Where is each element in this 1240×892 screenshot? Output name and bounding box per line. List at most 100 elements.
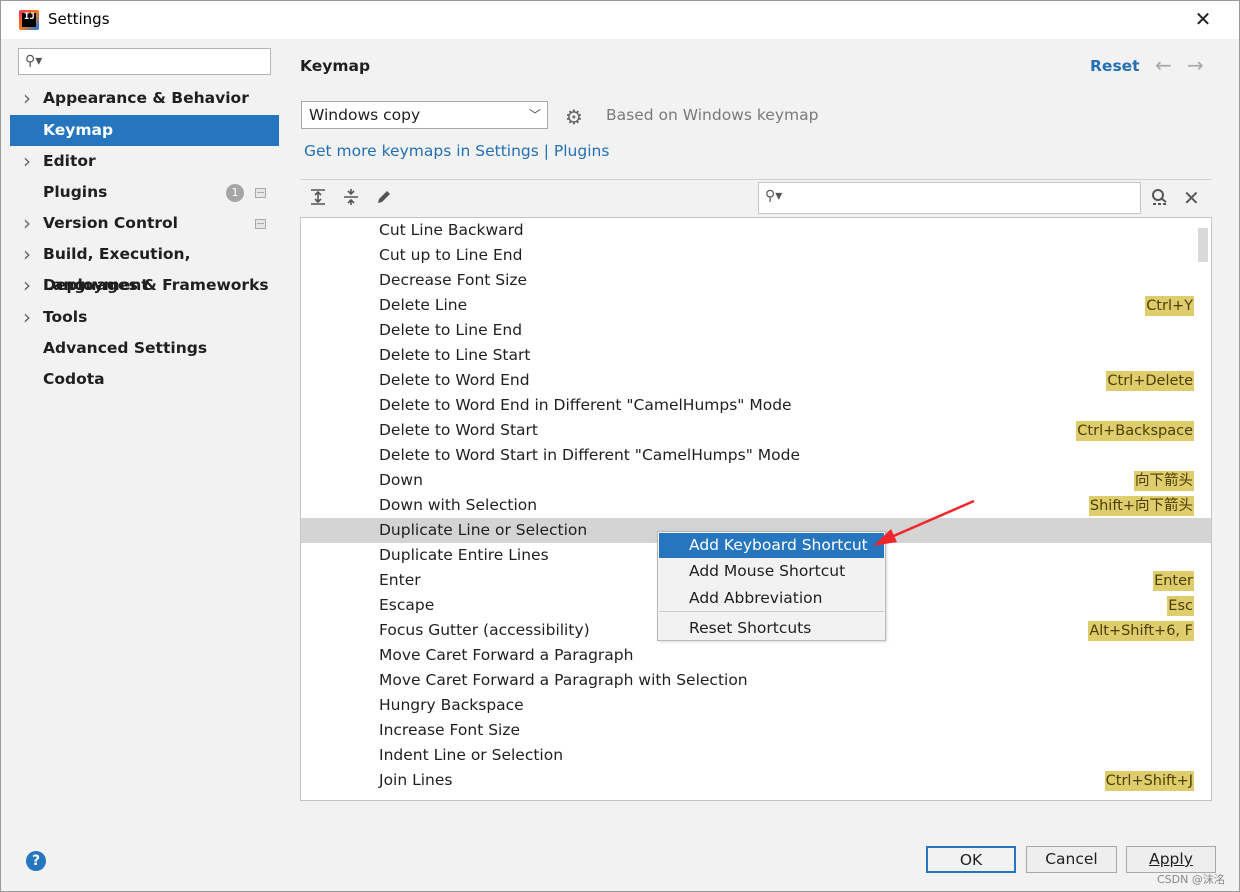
annotation-arrow-icon — [873, 499, 975, 546]
action-filter-input[interactable]: ⚲▾ — [758, 182, 1141, 214]
action-row[interactable]: Cut Line Backward — [301, 218, 1211, 243]
menu-item-add-abbreviation[interactable]: Add Abbreviation — [659, 586, 884, 611]
action-row[interactable]: Decrease Font Size — [301, 268, 1211, 293]
action-row[interactable]: Indent Line or Selection — [301, 743, 1211, 768]
back-arrow-icon[interactable]: ← — [1155, 53, 1172, 77]
menu-divider — [659, 611, 884, 612]
edit-pencil-icon[interactable] — [373, 188, 395, 210]
action-name: Enter — [379, 571, 421, 589]
help-icon[interactable]: ? — [26, 851, 46, 871]
action-name: Join Lines — [379, 771, 453, 789]
sidebar-item-label: Tools — [43, 308, 88, 326]
sidebar-item-label: Languages & Frameworks — [43, 276, 269, 294]
keymap-dropdown[interactable]: Windows copy ﹀ — [301, 101, 548, 129]
expand-all-icon[interactable] — [307, 188, 329, 210]
action-name: Cut up to Line End — [379, 246, 523, 264]
action-row[interactable]: Cut up to Line End — [301, 243, 1211, 268]
chevron-down-icon: ﹀ — [528, 108, 541, 122]
chevron-right-icon[interactable]: › — [23, 239, 31, 270]
menu-item-reset-shortcuts[interactable]: Reset Shortcuts — [659, 616, 884, 641]
action-row[interactable]: Move Caret Forward a Paragraph with Sele… — [301, 668, 1211, 693]
watermark: CSDN @沫洺 — [1157, 873, 1225, 886]
get-more-keymaps-link[interactable]: Get more keymaps in Settings | Plugins — [304, 142, 609, 160]
window-title: Settings — [48, 10, 110, 28]
chevron-right-icon[interactable]: › — [23, 208, 31, 239]
action-row[interactable]: Delete to Word End Ctrl+Delete — [301, 368, 1211, 393]
sidebar-item-appearance-behavior[interactable]: › Appearance & Behavior — [10, 83, 279, 114]
actions-list: Cut Line Backward Cut up to Line End Decre… — [300, 217, 1212, 801]
shortcut-badge: Ctrl+Y — [1145, 296, 1194, 316]
sidebar-item-advanced-settings[interactable]: Advanced Settings — [10, 333, 279, 364]
shortcut-badge: Alt+Shift+6, F — [1088, 621, 1194, 641]
sidebar-item-languages-frameworks[interactable]: › Languages & Frameworks — [10, 270, 279, 301]
chevron-right-icon[interactable]: › — [23, 146, 31, 177]
action-name: Delete to Line Start — [379, 346, 531, 364]
action-name: Move Caret Forward a Paragraph — [379, 646, 634, 664]
action-name: Escape — [379, 596, 435, 614]
sidebar-item-build-execution-deployment[interactable]: › Build, Execution, Deployment — [10, 239, 279, 294]
menu-item-add-keyboard-shortcut[interactable]: Add Keyboard Shortcut — [659, 533, 884, 558]
action-row[interactable]: Delete to Line End — [301, 318, 1211, 343]
apply-button-label: Apply — [1149, 850, 1193, 868]
action-name: Cut Line Backward — [379, 221, 524, 239]
action-row[interactable]: Delete to Word End in Different "CamelHu… — [301, 393, 1211, 418]
action-name: Delete to Word Start — [379, 421, 538, 439]
menu-item-add-mouse-shortcut[interactable]: Add Mouse Shortcut — [659, 559, 884, 584]
context-menu: Add Keyboard Shortcut Add Mouse Shortcut A… — [657, 531, 886, 641]
action-name: Duplicate Entire Lines — [379, 546, 549, 564]
menu-item-label: Add Mouse Shortcut — [689, 562, 846, 580]
sidebar-item-label: Advanced Settings — [43, 339, 208, 357]
sidebar-item-version-control[interactable]: › Version Control — [10, 208, 279, 239]
shortcut-badge: Ctrl+Shift+J — [1104, 771, 1194, 791]
apply-button[interactable]: Apply — [1126, 846, 1216, 873]
find-by-shortcut-icon[interactable] — [1149, 187, 1169, 212]
shortcut-badge: Esc — [1167, 596, 1194, 616]
ok-button[interactable]: OK — [926, 846, 1016, 873]
search-icon: ⚲▾ — [25, 53, 43, 69]
settings-window: IJ Settings ✕ ⚲▾ › Appearance & Behavior K… — [0, 0, 1240, 892]
sidebar-item-label: Codota — [43, 370, 105, 388]
menu-item-label: Reset Shortcuts — [689, 619, 812, 637]
sidebar-item-label: Appearance & Behavior — [43, 89, 249, 107]
chevron-right-icon[interactable]: › — [23, 83, 31, 114]
action-row[interactable]: Move Caret Forward a Paragraph — [301, 643, 1211, 668]
action-row[interactable]: Increase Font Size — [301, 718, 1211, 743]
action-name: Delete to Word Start in Different "Camel… — [379, 446, 800, 464]
action-row[interactable]: Delete Line Ctrl+Y — [301, 293, 1211, 318]
action-row[interactable]: Join Lines Ctrl+Shift+J — [301, 768, 1211, 793]
cancel-button[interactable]: Cancel — [1026, 846, 1117, 873]
close-icon[interactable]: ✕ — [1193, 8, 1213, 30]
scrollbar[interactable] — [1198, 228, 1208, 262]
based-on-label: Based on Windows keymap — [606, 106, 819, 124]
sidebar-item-plugins[interactable]: Plugins 1 — [10, 177, 279, 208]
search-icon: ⚲▾ — [765, 188, 783, 204]
forward-arrow-icon[interactable]: → — [1187, 53, 1204, 77]
gear-icon[interactable]: ⚙ — [565, 105, 583, 129]
sidebar-item-codota[interactable]: Codota — [10, 364, 279, 395]
page-title: Keymap — [300, 57, 371, 75]
action-name: Focus Gutter (accessibility) — [379, 621, 590, 639]
settings-search-input[interactable]: ⚲▾ — [18, 48, 271, 75]
action-name: Decrease Font Size — [379, 271, 528, 289]
action-row[interactable]: Delete to Word Start Ctrl+Backspace — [301, 418, 1211, 443]
sidebar-item-tools[interactable]: › Tools — [10, 302, 279, 333]
action-row[interactable]: Down with Selection Shift+向下箭头 — [301, 493, 1211, 518]
clear-filter-icon[interactable]: ✕ — [1183, 186, 1200, 210]
sidebar-item-keymap[interactable]: Keymap — [10, 115, 279, 146]
keymap-dropdown-value: Windows copy — [309, 106, 421, 124]
action-row[interactable]: Delete to Word Start in Different "Camel… — [301, 443, 1211, 468]
sidebar-item-label: Version Control — [43, 214, 178, 232]
shortcut-badge: Ctrl+Delete — [1106, 371, 1194, 391]
chevron-right-icon[interactable]: › — [23, 270, 31, 301]
divider — [300, 179, 1212, 180]
collapse-all-icon[interactable] — [340, 188, 362, 210]
action-row[interactable]: Delete to Line Start — [301, 343, 1211, 368]
action-row[interactable]: Hungry Backspace — [301, 693, 1211, 718]
action-name: Increase Font Size — [379, 721, 521, 739]
action-row[interactable]: Down 向下箭头 — [301, 468, 1211, 493]
sidebar-item-label: Plugins — [43, 183, 108, 201]
reset-button[interactable]: Reset — [1090, 57, 1140, 75]
sidebar-item-editor[interactable]: › Editor — [10, 146, 279, 177]
shortcut-badge: Shift+向下箭头 — [1088, 496, 1194, 516]
chevron-right-icon[interactable]: › — [23, 302, 31, 333]
